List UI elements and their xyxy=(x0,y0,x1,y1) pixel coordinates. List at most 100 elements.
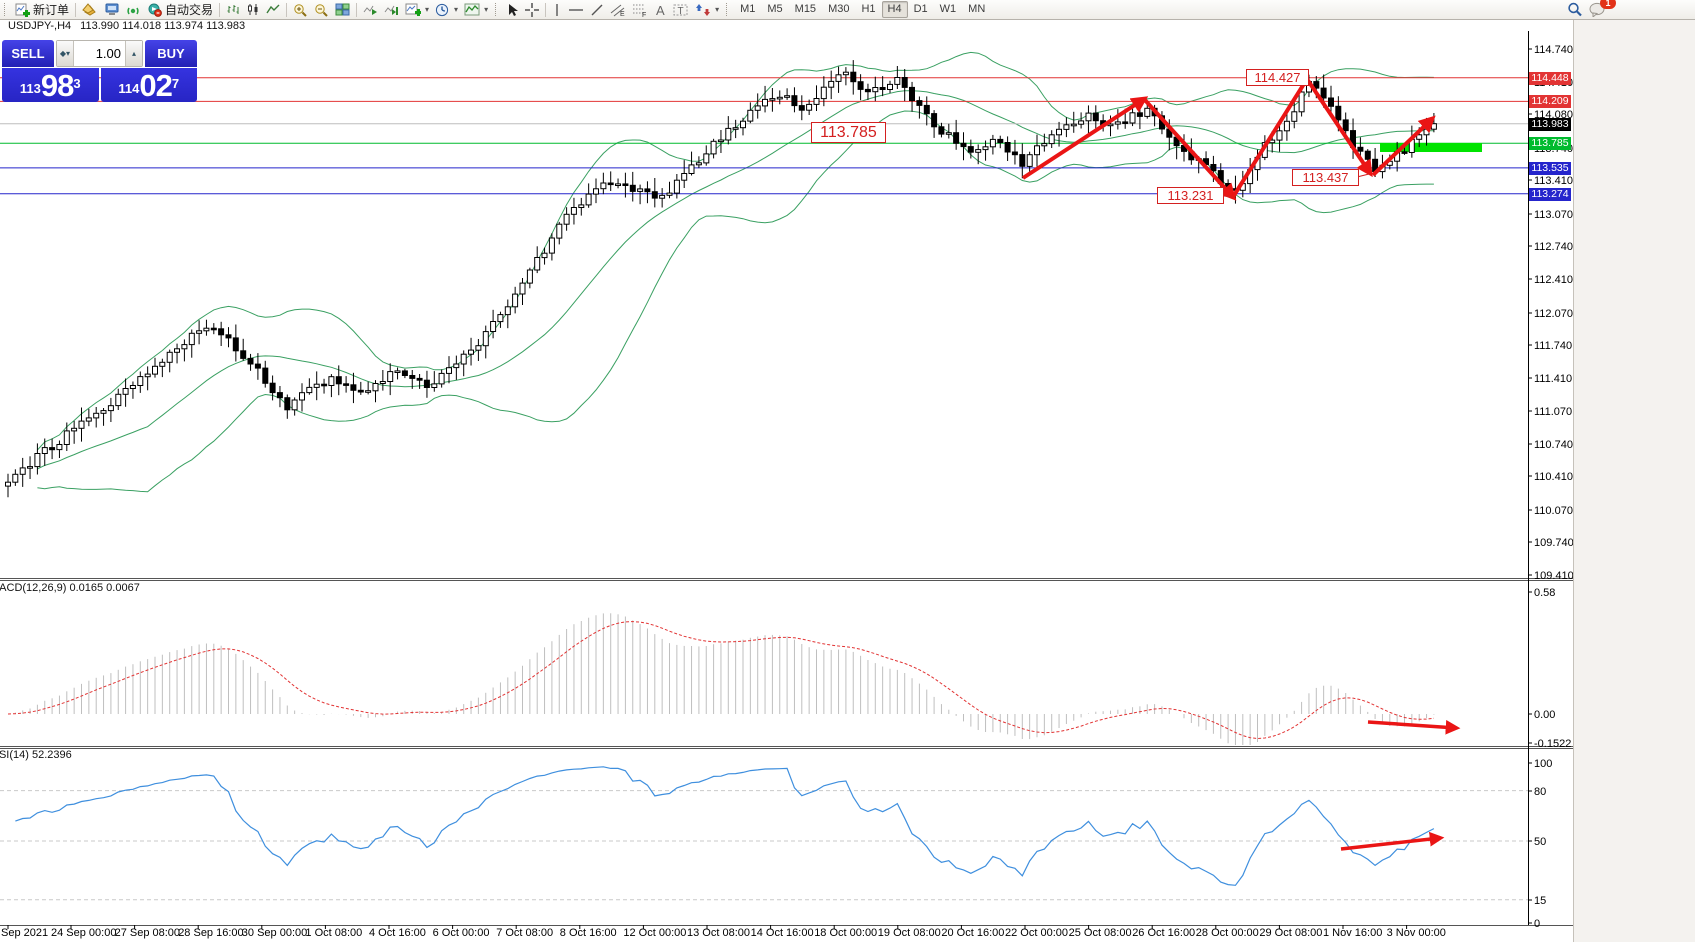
svg-text:100: 100 xyxy=(1534,758,1552,770)
toolbar-separator xyxy=(219,3,220,17)
timeframe-d1[interactable]: D1 xyxy=(908,1,934,18)
price-annotation[interactable]: 114.427 xyxy=(1246,69,1309,86)
fibonacci-button[interactable]: F xyxy=(629,1,651,18)
price-annotation[interactable]: 113.231 xyxy=(1157,187,1224,204)
lot-increase-button[interactable]: ▴ xyxy=(125,41,142,66)
sell-price[interactable]: 113983 xyxy=(2,68,99,102)
timeframe-m15[interactable]: M15 xyxy=(789,1,822,18)
timeframe-mn[interactable]: MN xyxy=(962,1,991,18)
timeframe-h1[interactable]: H1 xyxy=(855,1,881,18)
text-button[interactable]: A xyxy=(651,1,670,18)
candlestick-chart-button[interactable] xyxy=(243,1,263,18)
lot-size-field: ◆▾ 1.00 ▴ xyxy=(56,40,143,67)
date-axis-label: 8 Oct 16:00 xyxy=(560,927,617,939)
equidistant-channel-button[interactable]: E xyxy=(607,1,629,18)
trendline-button[interactable] xyxy=(587,1,607,18)
svg-text:110.070: 110.070 xyxy=(1534,505,1573,517)
chart-canvas[interactable]: 114.740114.410114.080113.740113.410113.0… xyxy=(0,19,1573,942)
lot-size-value[interactable]: 1.00 xyxy=(74,41,125,66)
svg-text:111.410: 111.410 xyxy=(1534,373,1572,385)
new-order-button[interactable]: 新订单 xyxy=(12,1,72,18)
svg-text:A: A xyxy=(656,3,665,17)
toolbar-grip[interactable] xyxy=(495,3,500,16)
chart-ohlc-readout: USDJPY-,H4113.990 114.018 113.974 113.98… xyxy=(8,20,254,32)
timeframe-m5[interactable]: M5 xyxy=(761,1,788,18)
tile-windows-button[interactable] xyxy=(332,1,353,18)
auto-scroll-button[interactable] xyxy=(360,1,381,18)
search-icon xyxy=(1567,2,1583,17)
zoom-in-button[interactable] xyxy=(290,1,311,18)
date-axis-label: 24 Sep 00:00 xyxy=(51,927,116,939)
date-axis-label: 13 Oct 08:00 xyxy=(687,927,750,939)
vertical-line-button[interactable] xyxy=(549,1,565,18)
mt4-application: { "toolbar": { "new_order_label": "新订单",… xyxy=(0,0,1695,942)
periods-button[interactable]: ▾ xyxy=(432,1,461,18)
lot-decrease-button[interactable]: ◆▾ xyxy=(57,41,74,66)
sell-button[interactable]: SELL xyxy=(2,40,54,67)
template-button[interactable]: ▾ xyxy=(461,1,491,18)
charts-cascade-button[interactable] xyxy=(79,1,101,18)
cursor-icon xyxy=(506,3,519,17)
svg-text:E: E xyxy=(620,11,625,17)
horizontal-line-icon xyxy=(568,3,584,17)
date-axis-label: 6 Oct 00:00 xyxy=(433,927,490,939)
search-button[interactable] xyxy=(1564,1,1586,18)
dropdown-arrow-icon: ▾ xyxy=(425,5,429,14)
macd-indicator-label: MACD(12,26,9) 0.0165 0.0067 xyxy=(0,582,140,594)
line-chart-button[interactable] xyxy=(263,1,283,18)
main-toolbar: 新订单 自动交易 ▾ ▾ ▾ E F A T ▾ xyxy=(0,0,1695,20)
new-order-icon xyxy=(15,3,30,17)
timeframe-m30[interactable]: M30 xyxy=(822,1,855,18)
terminal-button[interactable] xyxy=(101,1,123,18)
date-axis-label: 18 Oct 00:00 xyxy=(814,927,877,939)
chat-button[interactable]: 1 xyxy=(1586,1,1609,18)
vertical-line-icon xyxy=(552,3,562,17)
price-annotation[interactable]: 113.785 xyxy=(811,122,886,143)
timeframe-h4[interactable]: H4 xyxy=(882,1,908,18)
date-axis-label: 19 Oct 08:00 xyxy=(878,927,941,939)
equidistant-channel-icon: E xyxy=(610,3,626,17)
zoom-out-button[interactable] xyxy=(311,1,332,18)
chat-badge: 1 xyxy=(1600,0,1616,9)
svg-text:109.740: 109.740 xyxy=(1534,537,1573,549)
chart-shift-button[interactable] xyxy=(381,1,402,18)
new-order-label: 新订单 xyxy=(33,1,69,18)
auto-trading-icon xyxy=(147,3,162,17)
price-level-label: 113.535 xyxy=(1529,162,1571,175)
chart-window[interactable]: USDJPY-,H4113.990 114.018 113.974 113.98… xyxy=(0,19,1573,942)
horizontal-line-button[interactable] xyxy=(565,1,587,18)
auto-trading-button[interactable]: 自动交易 xyxy=(144,1,216,18)
text-label-icon: T xyxy=(673,3,689,17)
toolbar-grip[interactable] xyxy=(4,3,9,16)
bar-chart-button[interactable] xyxy=(223,1,243,18)
timeframe-buttons: M1M5M15M30H1H4D1W1MN xyxy=(734,1,991,18)
signals-button[interactable] xyxy=(123,1,144,18)
new-chart-button[interactable]: ▾ xyxy=(402,1,432,18)
tile-windows-icon xyxy=(335,3,350,16)
svg-text:80: 80 xyxy=(1534,786,1546,798)
price-level-label: 113.983 xyxy=(1529,118,1571,131)
dropdown-arrow-icon: ▾ xyxy=(484,5,488,14)
svg-text:113.410: 113.410 xyxy=(1534,175,1573,187)
text-label-button[interactable]: T xyxy=(670,1,692,18)
buy-price-prefix: 114 xyxy=(118,77,139,101)
date-axis-label: 1 Nov 16:00 xyxy=(1323,927,1382,939)
price-level-label: 114.209 xyxy=(1529,95,1571,108)
svg-text:F: F xyxy=(642,12,646,17)
price-annotation[interactable]: 113.437 xyxy=(1292,169,1359,186)
svg-text:0.00: 0.00 xyxy=(1534,709,1555,721)
cursor-button[interactable] xyxy=(503,1,522,18)
dropdown-arrow-icon: ▾ xyxy=(454,5,458,14)
arrows-button[interactable]: ▾ xyxy=(692,1,722,18)
candlestick-chart-icon xyxy=(246,3,260,16)
toolbar-grip[interactable] xyxy=(726,3,731,16)
timeframe-w1[interactable]: W1 xyxy=(934,1,963,18)
crosshair-button[interactable] xyxy=(522,1,542,18)
chart-symbol-period: USDJPY-,H4 xyxy=(8,20,71,32)
signals-icon xyxy=(126,3,141,16)
buy-button[interactable]: BUY xyxy=(145,40,197,67)
buy-price[interactable]: 114027 xyxy=(101,68,198,102)
date-axis[interactable]: Sep 202124 Sep 00:0027 Sep 08:0028 Sep 1… xyxy=(0,927,1573,942)
fibonacci-icon: F xyxy=(632,3,648,17)
timeframe-m1[interactable]: M1 xyxy=(734,1,761,18)
